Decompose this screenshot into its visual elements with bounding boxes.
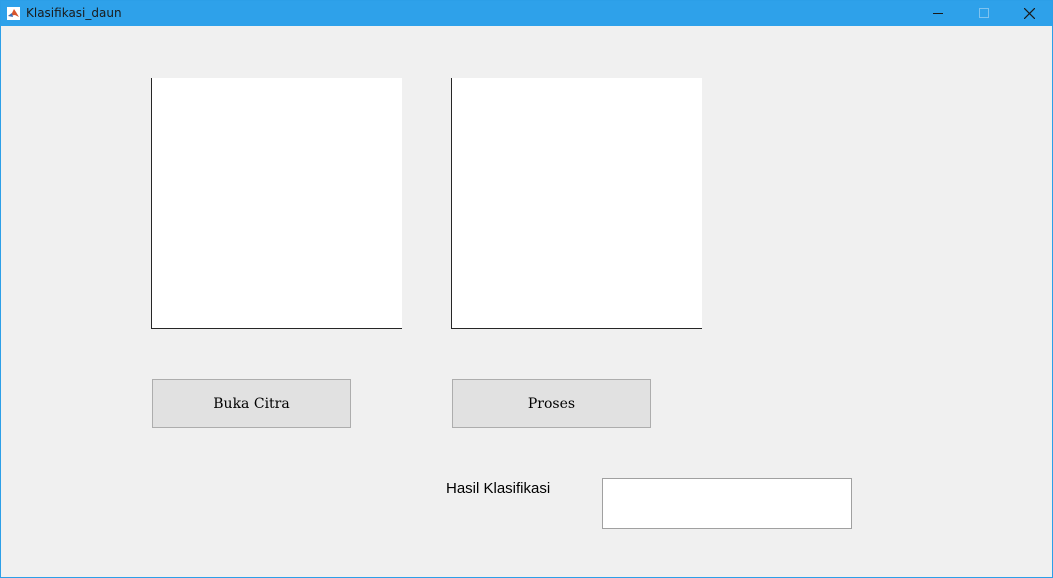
close-button[interactable] [1006, 1, 1052, 26]
matlab-icon [7, 7, 20, 20]
window-title: Klasifikasi_daun [26, 6, 122, 20]
result-label: Hasil Klasifikasi [446, 480, 551, 497]
process-button[interactable]: Proses [452, 379, 651, 428]
close-icon [1024, 8, 1035, 19]
maximize-button[interactable] [961, 1, 1007, 26]
processed-image-axes [451, 78, 702, 329]
title-bar[interactable]: Klasifikasi_daun [1, 1, 1052, 26]
result-field [602, 478, 852, 529]
app-window: Klasifikasi_daun Buka Citra Proses Hasil… [0, 0, 1053, 578]
minimize-icon [933, 13, 943, 14]
maximize-icon [979, 8, 989, 18]
open-image-button[interactable]: Buka Citra [152, 379, 351, 428]
minimize-button[interactable] [915, 1, 961, 26]
input-image-axes [151, 78, 402, 329]
